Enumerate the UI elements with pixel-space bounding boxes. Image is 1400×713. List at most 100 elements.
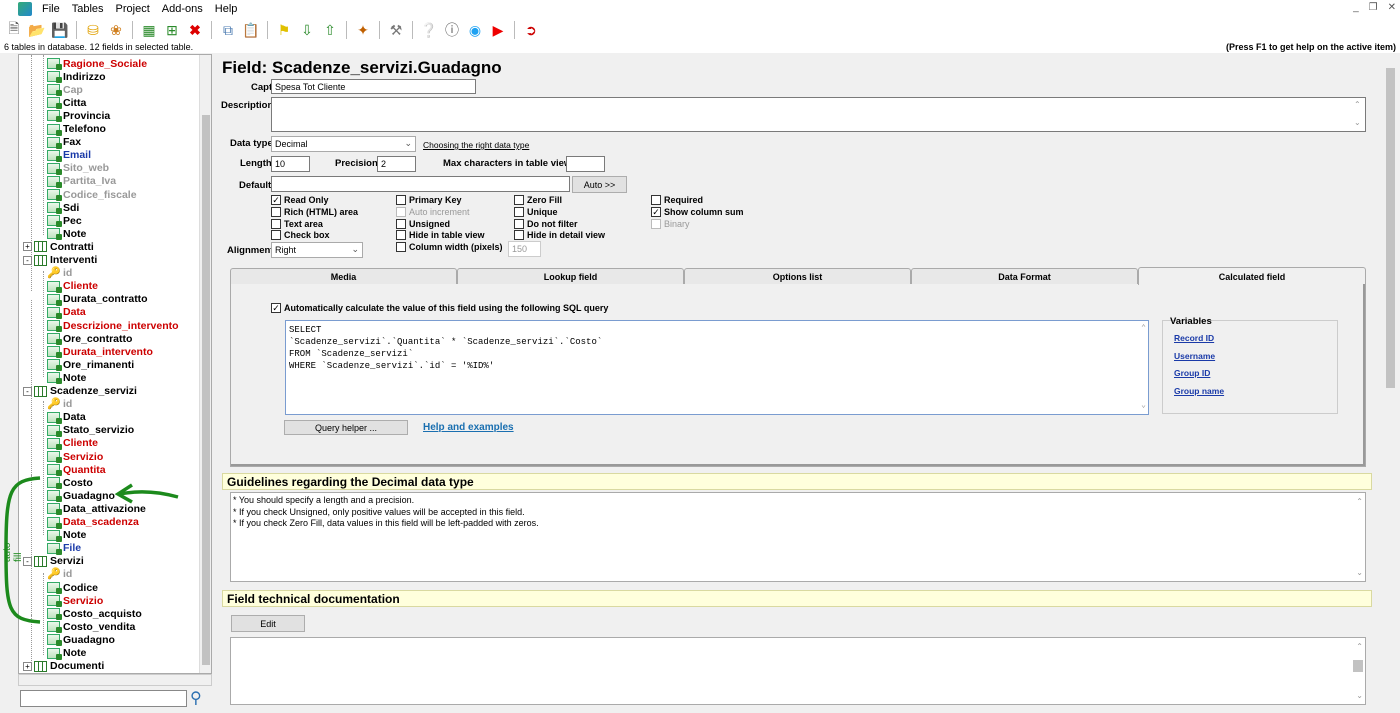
- youtube-icon[interactable]: ▶: [488, 20, 508, 40]
- tab-lookup-field[interactable]: Lookup field: [457, 268, 684, 284]
- tree-scroll-thumb[interactable]: [202, 115, 210, 665]
- exit-icon[interactable]: ➲: [521, 20, 541, 40]
- tab-options-list[interactable]: Options list: [684, 268, 911, 284]
- tree-field-node[interactable]: Ore_contratto: [47, 332, 132, 346]
- auto-increment-checkbox[interactable]: Auto increment: [396, 207, 470, 217]
- text-area-checkbox[interactable]: Text area: [271, 219, 323, 229]
- tree-table-node[interactable]: + Documenti: [23, 660, 104, 673]
- hide-table-view-checkbox[interactable]: Hide in table view: [396, 230, 485, 240]
- required-checkbox[interactable]: Required: [651, 195, 703, 205]
- add-field-icon[interactable]: ⊞: [162, 20, 182, 40]
- tree-field-node[interactable]: Partita_Iva: [47, 175, 116, 188]
- tab-calculated-field[interactable]: Calculated field: [1138, 267, 1366, 285]
- alignment-select[interactable]: Right ⌄: [271, 242, 363, 258]
- open-folder-icon[interactable]: 📂: [27, 20, 47, 40]
- tab-media[interactable]: Media: [230, 268, 457, 284]
- variable-record-id-link[interactable]: Record ID: [1174, 333, 1214, 343]
- tree-scrollbar[interactable]: [199, 55, 211, 673]
- menu-addons[interactable]: Add-ons: [156, 3, 209, 15]
- tree-field-node[interactable]: Pec: [47, 214, 82, 228]
- collapse-icon[interactable]: -: [23, 386, 32, 396]
- twitter-icon[interactable]: ◉: [465, 20, 485, 40]
- variable-group-name-link[interactable]: Group name: [1174, 386, 1224, 396]
- tree-field-node[interactable]: Cliente: [47, 437, 98, 450]
- copy-icon[interactable]: ⧉: [218, 20, 238, 40]
- binary-checkbox[interactable]: Binary: [651, 219, 690, 229]
- scroll-down-icon[interactable]: ⌄: [1356, 690, 1363, 702]
- tree-table-node[interactable]: - Interventi: [23, 254, 97, 267]
- table-icon[interactable]: ▦: [139, 20, 159, 40]
- variable-username-link[interactable]: Username: [1174, 351, 1215, 361]
- info-icon[interactable]: ⓘ: [442, 20, 462, 40]
- scroll-up-icon[interactable]: ⌃: [1354, 100, 1361, 109]
- tree-table-node[interactable]: - Scadenze_servizi: [23, 385, 137, 398]
- hide-detail-view-checkbox[interactable]: Hide in detail view: [514, 230, 605, 240]
- tree-field-node[interactable]: Guadagno: [47, 633, 115, 647]
- tree-field-node[interactable]: Sdi: [47, 201, 79, 215]
- variable-group-id-link[interactable]: Group ID: [1174, 368, 1210, 378]
- auto-button[interactable]: Auto >>: [572, 176, 627, 193]
- paste-icon[interactable]: 📋: [241, 20, 261, 40]
- new-file-icon[interactable]: 🗎: [4, 20, 24, 40]
- tree-field-node[interactable]: Provincia: [47, 109, 110, 123]
- scroll-down-icon[interactable]: ⌄: [1354, 118, 1361, 127]
- tree-field-node[interactable]: Telefono: [47, 123, 106, 136]
- edit-button[interactable]: Edit: [231, 615, 305, 632]
- sql-query-editor[interactable]: SELECT `Scadenze_servizi`.`Quantita` * `…: [285, 320, 1149, 415]
- scroll-down-icon[interactable]: ⌄: [1356, 567, 1363, 579]
- tree-field-node[interactable]: Cap: [47, 83, 83, 97]
- restore-button[interactable]: ❐: [1369, 2, 1378, 13]
- tree-field-node[interactable]: Cliente: [47, 280, 98, 293]
- check-box-checkbox[interactable]: Check box: [271, 230, 330, 240]
- minimize-button[interactable]: _: [1353, 2, 1359, 13]
- maxchars-input[interactable]: [566, 156, 605, 172]
- description-input[interactable]: [271, 97, 1366, 132]
- tree-field-node[interactable]: Durata_intervento: [47, 345, 153, 359]
- tree-field-node[interactable]: Indirizzo: [47, 70, 106, 84]
- tree-field-node[interactable]: Note: [47, 371, 86, 385]
- do-not-filter-checkbox[interactable]: Do not filter: [514, 219, 578, 229]
- tree-table-node[interactable]: + Contratti: [23, 240, 94, 253]
- length-input[interactable]: 10: [271, 156, 310, 172]
- auto-calculate-checkbox[interactable]: ✓ Automatically calculate the value of th…: [271, 303, 608, 313]
- scroll-down-icon[interactable]: ⌄: [1141, 400, 1146, 412]
- tree-field-node[interactable]: Ore_rimanenti: [47, 358, 134, 372]
- precision-input[interactable]: 2: [377, 156, 416, 172]
- unique-checkbox[interactable]: Unique: [514, 207, 558, 217]
- tree-field-node[interactable]: Fax: [47, 136, 81, 149]
- zero-fill-checkbox[interactable]: Zero Fill: [514, 195, 562, 205]
- datatype-help-link[interactable]: Choosing the right data type: [423, 140, 529, 150]
- main-scroll-thumb[interactable]: [1386, 68, 1395, 388]
- show-column-sum-checkbox[interactable]: ✓ Show column sum: [651, 207, 744, 217]
- tree-field-node[interactable]: Note: [47, 647, 86, 660]
- tree-horizontal-scrollbar[interactable]: [18, 674, 212, 686]
- caption-input[interactable]: Spesa Tot Cliente: [271, 79, 476, 94]
- save-icon[interactable]: 💾: [50, 20, 70, 40]
- magic-wand-icon[interactable]: ✦: [353, 20, 373, 40]
- tree-field-node[interactable]: Note: [47, 227, 86, 241]
- tree-field-node[interactable]: Sito_web: [47, 162, 109, 175]
- tree-field-node[interactable]: Codice_fiscale: [47, 188, 137, 201]
- scroll-up-icon[interactable]: ⌃: [1141, 323, 1146, 335]
- delete-icon[interactable]: ✖: [185, 20, 205, 40]
- close-button[interactable]: ✕: [1388, 2, 1396, 13]
- tree-field-node[interactable]: Descrizione_intervento: [47, 319, 179, 332]
- expand-icon[interactable]: +: [23, 242, 32, 252]
- query-helper-button[interactable]: Query helper ...: [284, 420, 408, 435]
- help-icon[interactable]: ❔: [419, 20, 439, 40]
- menu-file[interactable]: File: [36, 3, 66, 15]
- menu-help[interactable]: Help: [209, 3, 244, 15]
- menu-tables[interactable]: Tables: [66, 3, 110, 15]
- tree-field-node[interactable]: Data: [47, 411, 86, 424]
- tab-data-format[interactable]: Data Format: [911, 268, 1138, 284]
- datatype-select[interactable]: Decimal ⌄: [271, 136, 416, 152]
- main-vertical-scrollbar[interactable]: [1383, 54, 1397, 704]
- read-only-checkbox[interactable]: ✓ Read Only: [271, 195, 329, 205]
- tree-search-input[interactable]: [20, 690, 187, 707]
- tree-field-node[interactable]: Email: [47, 149, 91, 162]
- tree-field-node[interactable]: Durata_contratto: [47, 293, 148, 306]
- scroll-up-icon[interactable]: ⌃: [1356, 496, 1363, 508]
- menu-project[interactable]: Project: [110, 3, 156, 15]
- export-icon[interactable]: ⇩: [297, 20, 317, 40]
- tools-icon[interactable]: ⚒: [386, 20, 406, 40]
